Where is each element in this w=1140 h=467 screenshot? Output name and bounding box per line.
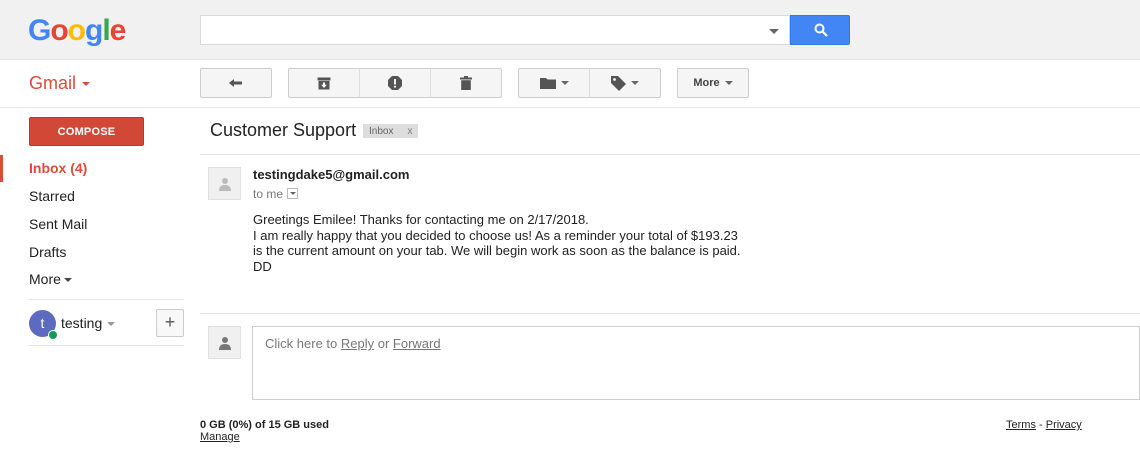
report-spam-button[interactable] <box>359 68 431 98</box>
terms-link[interactable]: Terms <box>1006 419 1036 431</box>
label-chip-text: Inbox <box>369 125 394 137</box>
logo-letter: g <box>85 14 103 47</box>
message-body-line: DD <box>253 258 272 274</box>
person-icon <box>219 178 231 191</box>
folder-icon <box>539 78 556 89</box>
logo-letter: G <box>28 14 51 47</box>
label-chip-inbox[interactable]: Inbox x <box>363 124 419 138</box>
move-to-button[interactable] <box>518 68 590 98</box>
trash-icon <box>460 76 472 90</box>
reply-prompt-text: Click here to <box>265 336 341 351</box>
storage-usage: 0 GB (0%) of 15 GB used <box>200 419 329 431</box>
active-nav-indicator <box>0 155 3 182</box>
archive-button[interactable] <box>288 68 360 98</box>
top-bar: Google <box>0 0 1140 60</box>
hangouts-user-name: testing <box>61 315 103 331</box>
gmail-label: Gmail <box>29 73 77 93</box>
message-body-line: Greetings Emilee! Thanks for contacting … <box>253 212 589 227</box>
logo-letter: l <box>102 14 110 47</box>
google-logo[interactable]: Google <box>28 14 127 48</box>
search-icon <box>814 23 828 37</box>
tag-icon <box>611 75 626 91</box>
gmail-app-switcher[interactable]: Gmail <box>29 73 91 94</box>
labels-button[interactable] <box>589 68 661 98</box>
footer-links: Terms - Privacy <box>1006 419 1082 431</box>
message-body-line: I am really happy that you decided to ch… <box>253 227 738 243</box>
more-actions-button[interactable]: More <box>677 68 749 98</box>
sidebar-item-more[interactable]: More <box>29 271 72 287</box>
chevron-down-icon <box>107 322 116 327</box>
new-conversation-button[interactable]: + <box>156 309 184 337</box>
sidebar-divider <box>29 299 184 300</box>
hangouts-user-menu[interactable]: testing <box>61 315 116 331</box>
message-divider <box>200 313 1140 314</box>
reply-link[interactable]: Reply <box>341 336 374 351</box>
online-status-icon <box>48 330 58 340</box>
sidebar-item-starred[interactable]: Starred <box>29 188 75 204</box>
back-arrow-icon <box>229 79 242 87</box>
back-button[interactable] <box>200 68 272 98</box>
sender-email[interactable]: testingdake5@gmail.com <box>253 167 409 182</box>
spam-icon <box>388 76 402 90</box>
sidebar-item-label: More <box>29 271 61 287</box>
reply-prompt: Click here to Reply or Forward <box>265 336 441 351</box>
subject-divider <box>200 154 1140 155</box>
search-input[interactable] <box>200 15 790 45</box>
reply-avatar <box>208 326 241 359</box>
compose-button[interactable]: COMPOSE <box>29 117 144 146</box>
sidebar-item-inbox[interactable]: Inbox (4) <box>29 160 87 176</box>
privacy-link[interactable]: Privacy <box>1046 419 1082 431</box>
message-body: Greetings Emilee! Thanks for contacting … <box>253 212 741 274</box>
reply-or-text: or <box>374 336 393 351</box>
search-options-caret-icon[interactable] <box>769 29 779 34</box>
show-details-icon[interactable] <box>287 188 299 200</box>
conversation-subject: Customer Support <box>210 120 357 140</box>
chevron-down-icon <box>631 81 639 85</box>
chevron-down-icon <box>724 81 733 85</box>
sidebar-item-sent-mail[interactable]: Sent Mail <box>29 216 87 232</box>
chevron-down-icon <box>63 278 72 283</box>
delete-button[interactable] <box>430 68 502 98</box>
manage-storage-link[interactable]: Manage <box>200 431 240 443</box>
archive-icon <box>317 77 331 89</box>
more-actions-label: More <box>693 77 720 89</box>
person-icon <box>219 337 231 350</box>
footer-separator: - <box>1035 419 1046 431</box>
logo-letter: o <box>67 14 86 47</box>
sidebar-divider <box>29 345 184 346</box>
reply-box[interactable]: Click here to Reply or Forward <box>252 326 1140 400</box>
logo-letter: e <box>109 14 127 47</box>
chevron-down-icon <box>560 81 569 85</box>
sidebar-item-drafts[interactable]: Drafts <box>29 244 66 260</box>
sender-avatar <box>208 167 241 200</box>
toolbar-divider <box>0 107 1140 108</box>
chevron-down-icon <box>82 82 91 87</box>
search-button[interactable] <box>790 15 850 45</box>
logo-letter: o <box>50 14 68 47</box>
remove-label-button[interactable]: x <box>407 126 412 137</box>
recipient-text: to me <box>253 187 284 201</box>
recipient-line: to me <box>253 187 299 201</box>
forward-link[interactable]: Forward <box>393 336 441 351</box>
message-body-line: is the current amount on your tab. We wi… <box>253 243 741 258</box>
